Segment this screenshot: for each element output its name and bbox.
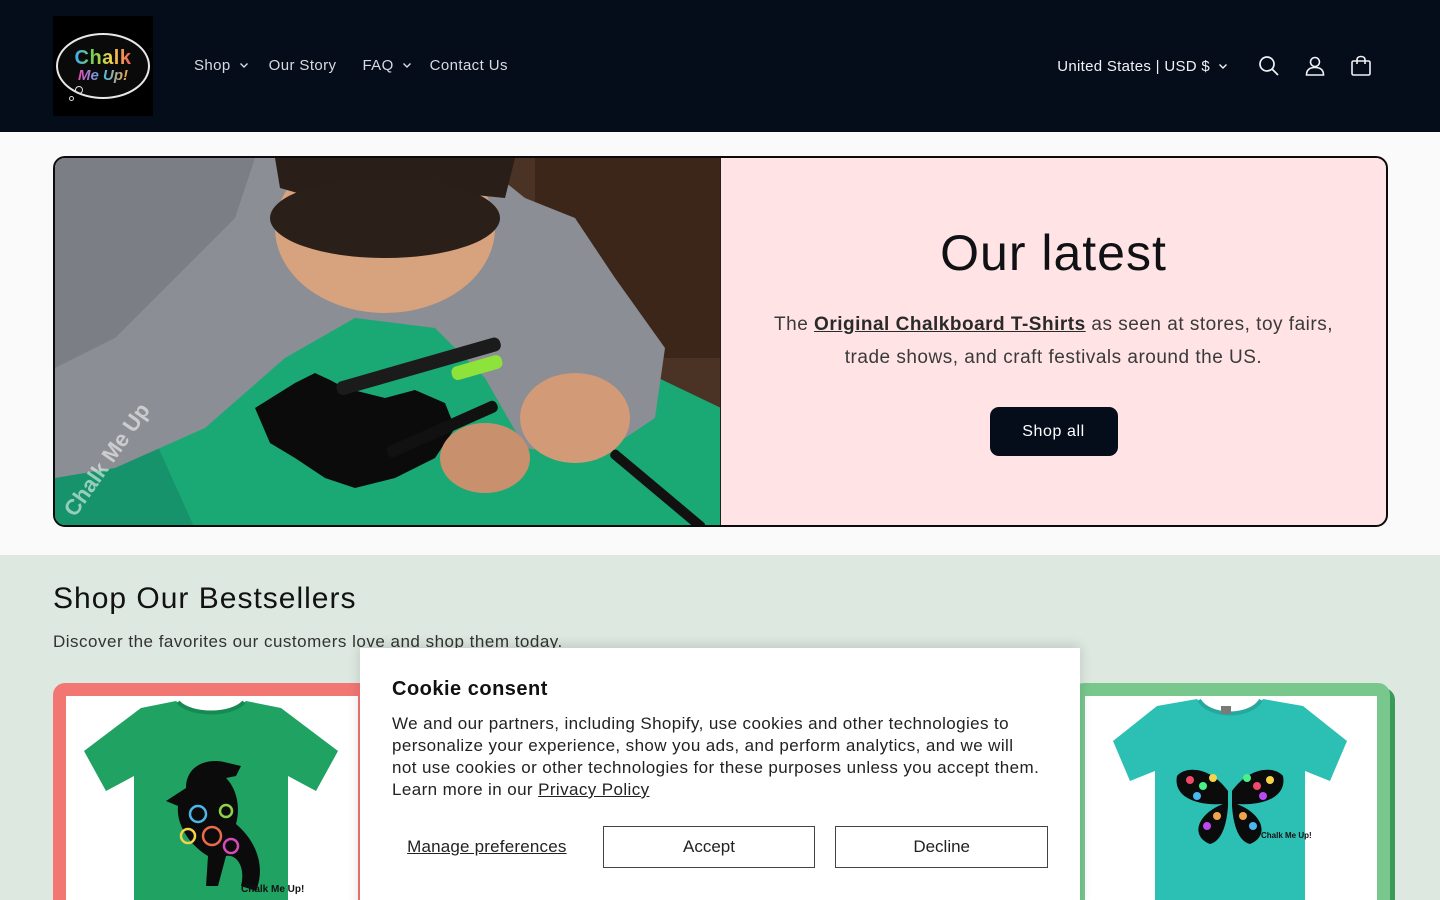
cookie-actions: Manage preferences Accept Decline	[392, 826, 1048, 868]
country-selector[interactable]: United States | USD $	[1057, 58, 1228, 75]
logo-decoration	[69, 96, 74, 101]
section-title: Shop Our Bestsellers	[53, 582, 357, 615]
hero-image: Chalk Me Up	[55, 158, 721, 525]
nav-our-story[interactable]: Our Story	[269, 53, 337, 77]
country-selector-label: United States | USD $	[1057, 57, 1210, 75]
logo-bubble: Chalk Me Up!	[56, 33, 150, 99]
hero-desc-link[interactable]: Original Chalkboard T-Shirts	[814, 314, 1086, 335]
butterfly-print-label: Chalk Me Up!	[1261, 831, 1312, 840]
butterfly-tshirt-image: Chalk Me Up!	[1113, 698, 1347, 900]
account-icon	[1305, 56, 1325, 76]
hero-banner: Chalk Me Up Our latest The Original Chal…	[53, 156, 1388, 527]
nav-our-story-label: Our Story	[268, 56, 337, 74]
cart-icon	[1351, 55, 1371, 76]
accept-button[interactable]: Accept	[602, 826, 816, 868]
product-card-dinosaur[interactable]: Chalk Me Up!	[53, 683, 371, 900]
dinosaur-tshirt-image: Chalk Me Up!	[84, 700, 338, 900]
nav-shop-label: Shop	[194, 56, 231, 74]
chevron-down-icon	[239, 63, 248, 68]
nav-faq[interactable]: FAQ	[362, 53, 411, 77]
main-nav: Shop Our Story FAQ Contact Us	[194, 53, 508, 77]
product-image: Chalk Me Up!	[66, 696, 358, 900]
hero-title: Our latest	[940, 225, 1167, 281]
dinosaur-print-label: Chalk Me Up!	[241, 884, 304, 895]
hero-desc-prefix: The	[774, 314, 815, 335]
search-button[interactable]	[1246, 44, 1292, 88]
site-header: Chalk Me Up! Shop Our Story FAQ Contact …	[0, 0, 1440, 132]
logo-line1: Chalk	[74, 47, 132, 69]
product-card-butterfly[interactable]: Chalk Me Up!	[1072, 683, 1390, 900]
search-icon	[1259, 56, 1279, 76]
cookie-title: Cookie consent	[392, 678, 548, 700]
manage-preferences-link[interactable]: Manage preferences	[392, 837, 582, 857]
decline-button[interactable]: Decline	[835, 826, 1048, 868]
logo-decoration	[75, 86, 83, 94]
chevron-down-icon	[402, 63, 411, 68]
cookie-consent-dialog: Cookie consent We and our partners, incl…	[360, 648, 1080, 900]
cookie-body: We and our partners, including Shopify, …	[392, 714, 1040, 799]
hero-content: Our latest The Original Chalkboard T-Shi…	[721, 158, 1386, 525]
header-tools: United States | USD $	[1057, 44, 1384, 88]
shop-all-button[interactable]: Shop all	[989, 407, 1118, 456]
logo-line2: Me Up!	[78, 67, 128, 84]
nav-contact-us-label: Contact Us	[429, 56, 508, 74]
nav-faq-label: FAQ	[362, 56, 394, 74]
nav-contact-us[interactable]: Contact Us	[430, 53, 508, 77]
cookie-text: We and our partners, including Shopify, …	[392, 713, 1042, 801]
account-button[interactable]	[1292, 44, 1338, 88]
logo[interactable]: Chalk Me Up!	[53, 16, 153, 116]
privacy-policy-link[interactable]: Privacy Policy	[538, 780, 649, 799]
hero-description: The Original Chalkboard T-Shirts as seen…	[774, 308, 1334, 374]
hero-photo: Chalk Me Up	[55, 158, 720, 525]
cart-button[interactable]	[1338, 44, 1384, 88]
nav-shop[interactable]: Shop	[194, 53, 249, 77]
chevron-down-icon	[1219, 64, 1227, 69]
product-image: Chalk Me Up!	[1085, 696, 1377, 900]
